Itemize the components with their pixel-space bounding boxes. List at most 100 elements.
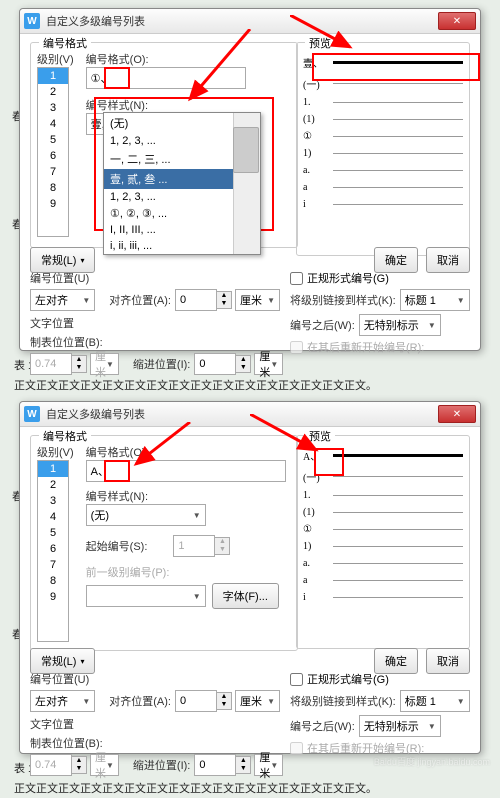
pv-label: (一) xyxy=(303,469,333,484)
style-dropdown[interactable]: (无) 1, 2, 3, ... 一, 二, 三, ... 壹, 贰, 叁 ..… xyxy=(103,112,261,255)
app-icon: W xyxy=(24,13,40,29)
pv-label: i xyxy=(303,199,333,210)
level-item[interactable]: 1 xyxy=(38,68,68,84)
pos-label: 编号位置(U) xyxy=(30,270,276,286)
pv-bar xyxy=(333,119,463,120)
chevron-down-icon: ▼ xyxy=(457,697,465,706)
align-pos-spin[interactable]: ▲▼ xyxy=(175,690,232,712)
combo-value: 厘米 xyxy=(259,348,270,380)
level-item[interactable]: 3 xyxy=(38,100,68,116)
indent-spin[interactable]: ▲▼ xyxy=(194,754,251,776)
align-combo[interactable]: 左对齐▼ xyxy=(30,289,95,311)
combo-value: 无特别标示 xyxy=(364,317,419,333)
level-item[interactable]: 2 xyxy=(38,84,68,100)
level-item[interactable]: 2 xyxy=(38,477,68,493)
link-combo[interactable]: 标题 1▼ xyxy=(400,289,470,311)
titlebar: W 自定义多级编号列表 ✕ xyxy=(20,402,480,427)
spin-down[interactable]: ▼ xyxy=(217,300,231,308)
pv-label: a xyxy=(303,182,333,193)
level-item[interactable]: 5 xyxy=(38,525,68,541)
unit-combo[interactable]: 厘米▼ xyxy=(235,690,280,712)
level-item[interactable]: 7 xyxy=(38,557,68,573)
spin-up[interactable]: ▲ xyxy=(217,693,231,701)
level-item[interactable]: 1 xyxy=(38,461,68,477)
spin-up[interactable]: ▲ xyxy=(72,356,86,364)
after-label: 编号之后(W): xyxy=(290,317,355,333)
level-item[interactable]: 6 xyxy=(38,541,68,557)
level-item[interactable]: 4 xyxy=(38,509,68,525)
level-item[interactable]: 9 xyxy=(38,589,68,605)
dialog-title: 自定义多级编号列表 xyxy=(46,406,438,422)
spin-down[interactable]: ▼ xyxy=(217,701,231,709)
chevron-down-icon: ▼ xyxy=(457,296,465,305)
combo-value: 无特别标示 xyxy=(364,718,419,734)
align-combo[interactable]: 左对齐▼ xyxy=(30,690,95,712)
after-combo[interactable]: 无特别标示 ▼ xyxy=(359,314,441,336)
pv-bar xyxy=(333,495,463,496)
tabpos-spin[interactable]: ▲▼ xyxy=(30,353,87,375)
align-pos-input[interactable] xyxy=(175,690,217,712)
indent-label: 缩进位置(I): xyxy=(133,356,190,372)
level-list[interactable]: 1 2 3 4 5 6 7 8 9 xyxy=(37,67,69,237)
pv-label: 1) xyxy=(303,148,333,159)
level-item[interactable]: 3 xyxy=(38,493,68,509)
unit-combo[interactable]: 厘米▼ xyxy=(235,289,280,311)
tabpos-spin[interactable]: ▲▼ xyxy=(30,754,87,776)
legal-check[interactable]: 正规形式编号(G) xyxy=(290,671,470,687)
spin-up[interactable]: ▲ xyxy=(217,292,231,300)
level-item[interactable]: 8 xyxy=(38,180,68,196)
indent-input[interactable] xyxy=(194,353,236,375)
level-item[interactable]: 6 xyxy=(38,148,68,164)
chevron-down-icon: ▼ xyxy=(428,321,436,330)
close-button[interactable]: ✕ xyxy=(438,405,476,423)
bg-body: 正文正文正文正文正文正文正文正文正文正文正文正文正文正文正文正文。 xyxy=(4,778,496,798)
indent-input[interactable] xyxy=(194,754,236,776)
spin-down[interactable]: ▼ xyxy=(236,364,250,372)
level-item[interactable]: 4 xyxy=(38,116,68,132)
legal-checkbox[interactable] xyxy=(290,673,303,686)
font-button[interactable]: 字体(F)... xyxy=(212,583,279,609)
pv-label: i xyxy=(303,592,333,603)
level-list[interactable]: 1 2 3 4 5 6 7 8 9 xyxy=(37,460,69,642)
app-icon: W xyxy=(24,406,40,422)
start-input xyxy=(173,535,215,557)
legal-checkbox[interactable] xyxy=(290,272,303,285)
level-item[interactable]: 8 xyxy=(38,573,68,589)
level-item[interactable]: 9 xyxy=(38,196,68,212)
restart-check: 在其后重新开始编号(R): xyxy=(290,740,470,756)
unit-combo[interactable]: 厘米▼ xyxy=(254,353,283,375)
scrollbar-thumb[interactable] xyxy=(233,127,259,173)
spin-down[interactable]: ▼ xyxy=(72,364,86,372)
tabpos-label: 制表位位置(B): xyxy=(30,334,103,350)
link-combo[interactable]: 标题 1▼ xyxy=(400,690,470,712)
combo-value: 厘米 xyxy=(240,292,262,308)
level-item[interactable]: 7 xyxy=(38,164,68,180)
spin-up[interactable]: ▲ xyxy=(72,757,86,765)
format-group-title: 编号格式 xyxy=(39,35,91,51)
combo-value: 厘米 xyxy=(95,749,106,781)
chevron-down-icon: ▼ xyxy=(193,511,201,520)
align-pos-spin[interactable]: ▲▼ xyxy=(175,289,232,311)
spin-up[interactable]: ▲ xyxy=(236,356,250,364)
prevlevel-label: 前一级别编号(P): xyxy=(86,564,287,580)
align-pos-label: 对齐位置(A): xyxy=(109,292,171,308)
spin-up[interactable]: ▲ xyxy=(236,757,250,765)
legal-check[interactable]: 正规形式编号(G) xyxy=(290,270,470,286)
indent-spin[interactable]: ▲▼ xyxy=(194,353,251,375)
num-style-combo[interactable]: (无)▼ xyxy=(86,504,206,526)
pv-bar xyxy=(333,170,463,171)
close-button[interactable]: ✕ xyxy=(438,12,476,30)
align-pos-input[interactable] xyxy=(175,289,217,311)
link-label: 将级别链接到样式(K): xyxy=(290,693,396,709)
chevron-down-icon: ▼ xyxy=(106,761,114,770)
num-format-input[interactable]: ①、 xyxy=(86,67,246,89)
dropdown-scrollbar[interactable] xyxy=(233,113,260,254)
unit-combo[interactable]: 厘米▼ xyxy=(254,754,283,776)
format-group-title: 编号格式 xyxy=(39,428,91,444)
after-combo[interactable]: 无特别标示▼ xyxy=(359,715,441,737)
level-item[interactable]: 5 xyxy=(38,132,68,148)
num-format-input[interactable]: A、 xyxy=(86,460,286,482)
format-group: 编号格式 级别(V) 1 2 3 4 5 6 7 8 9 xyxy=(30,435,298,651)
align-pos-label: 对齐位置(A): xyxy=(109,693,171,709)
dialog-top: W 自定义多级编号列表 ✕ 编号格式 级别(V) 1 2 3 4 5 6 7 xyxy=(19,8,481,351)
